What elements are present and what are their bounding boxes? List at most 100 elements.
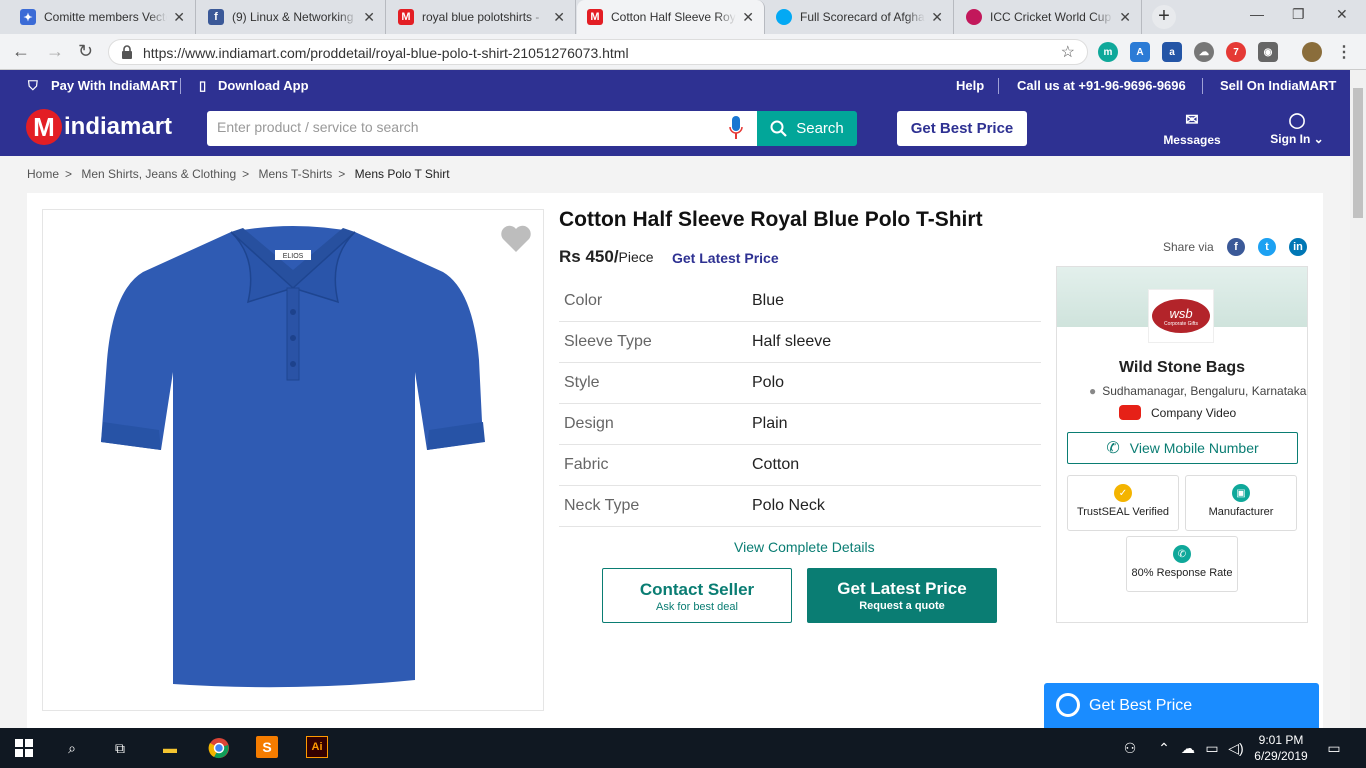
pay-with-link[interactable]: Pay With IndiaMART	[51, 78, 177, 93]
breadcrumb-item[interactable]: Mens T-Shirts	[258, 167, 332, 181]
close-icon[interactable]: ✕	[742, 9, 754, 26]
chevron-right-icon: >	[242, 167, 250, 181]
help-link[interactable]: Help	[956, 78, 984, 93]
onedrive-icon[interactable]: ☁	[1176, 736, 1200, 760]
volume-icon[interactable]: ◁)	[1224, 736, 1248, 760]
minimize-icon[interactable]: —	[1250, 6, 1264, 22]
breadcrumb-current: Mens Polo T Shirt	[354, 167, 450, 181]
share-label: Share via	[1163, 240, 1214, 254]
taskbar-clock[interactable]: 9:01 PM 6/29/2019	[1250, 732, 1312, 764]
lock-icon	[122, 45, 132, 59]
sublime-text-icon[interactable]: S	[256, 736, 278, 758]
microphone-icon[interactable]	[729, 116, 743, 140]
view-mobile-number-button[interactable]: ✆ View Mobile Number	[1067, 432, 1298, 464]
linkedin-share-icon[interactable]: in	[1289, 238, 1307, 256]
back-icon[interactable]: ←	[12, 41, 30, 62]
close-icon[interactable]: ✕	[931, 9, 943, 26]
search-input[interactable]	[217, 119, 707, 135]
sign-in-button[interactable]: ◯ Sign In ⌄	[1264, 112, 1330, 146]
extension-camera-icon[interactable]: ◉	[1258, 42, 1278, 62]
chevron-down-icon: ⌄	[1313, 132, 1324, 146]
spec-row: Fabric Cotton	[559, 445, 1041, 486]
download-app-link[interactable]: Download App	[218, 78, 309, 93]
close-icon[interactable]: ✕	[173, 9, 185, 26]
browser-tab[interactable]: ✦ Comitte members Vector ✕	[10, 0, 196, 34]
get-best-price-button[interactable]: Get Best Price	[897, 111, 1027, 146]
floating-get-best-price-button[interactable]: Get Best Price	[1044, 683, 1319, 728]
windows-taskbar: ⌕ ⧉ ▬ S Ai ⚇ ⌃ ☁ ▭ ◁) 9:01 PM 6/29/2019 …	[0, 728, 1366, 768]
file-explorer-icon[interactable]: ▬	[158, 736, 182, 760]
task-view-icon[interactable]: ⧉	[108, 736, 132, 760]
search-icon[interactable]: ⌕	[60, 736, 84, 760]
chrome-icon[interactable]	[207, 736, 231, 760]
chevron-right-icon: >	[65, 167, 73, 181]
sell-link[interactable]: Sell On IndiaMART	[1220, 78, 1336, 93]
close-icon[interactable]: ✕	[363, 9, 375, 26]
bookmark-star-icon[interactable]: ☆	[1061, 42, 1075, 62]
new-tab-button[interactable]: +	[1152, 5, 1176, 29]
view-complete-details-link[interactable]: View Complete Details	[734, 539, 875, 555]
product-price: Rs 450/Piece	[559, 247, 654, 266]
user-icon: ◯	[1288, 112, 1306, 129]
reload-icon[interactable]: ↻	[78, 41, 93, 62]
restore-icon[interactable]: ❐	[1292, 6, 1305, 23]
messages-button[interactable]: ✉ Messages	[1162, 112, 1222, 147]
seller-name[interactable]: Wild Stone Bags	[1057, 359, 1307, 377]
browser-tab[interactable]: ICC Cricket World Cup 2 ✕	[956, 0, 1142, 34]
extension-m-icon[interactable]: m	[1098, 42, 1118, 62]
extension-amazon-icon[interactable]: a	[1162, 42, 1182, 62]
spec-row: Style Polo	[559, 363, 1041, 404]
indiamart-logo[interactable]: M indiamart	[26, 109, 172, 145]
close-icon[interactable]: ✕	[1119, 9, 1131, 26]
url-field[interactable]: https://www.indiamart.com/proddetail/roy…	[108, 39, 1088, 65]
chevron-right-icon: >	[338, 167, 346, 181]
scrollbar-thumb[interactable]	[1353, 88, 1363, 218]
windows-start-icon[interactable]	[12, 736, 36, 760]
response-rate-badge: ✆ 80% Response Rate	[1126, 536, 1238, 592]
company-video-link[interactable]: Company Video	[1151, 406, 1236, 420]
illustrator-icon[interactable]: Ai	[306, 736, 328, 758]
browser-tab-bar: ✦ Comitte members Vector ✕ f (9) Linux & …	[0, 0, 1366, 34]
vertical-scrollbar[interactable]	[1350, 70, 1366, 728]
call-us-link[interactable]: Call us at +91-96-9696-9696	[1017, 78, 1186, 93]
svg-text:ELIOS: ELIOS	[283, 253, 304, 260]
spec-row: Sleeve Type Half sleeve	[559, 322, 1041, 363]
indiamart-icon: M	[587, 9, 603, 25]
extension-cloud-icon[interactable]: ☁	[1194, 42, 1214, 62]
phone-icon: ▯	[199, 78, 207, 93]
breadcrumb-item[interactable]: Men Shirts, Jeans & Clothing	[81, 167, 236, 181]
browser-tab[interactable]: f (9) Linux & Networking ✕	[198, 0, 386, 34]
search-box	[207, 111, 757, 146]
browser-tab[interactable]: Full Scorecard of Afghan ✕	[766, 0, 954, 34]
avatar[interactable]	[1302, 42, 1322, 62]
phone-response-icon: ✆	[1173, 545, 1191, 563]
twitter-share-icon[interactable]: t	[1258, 238, 1276, 256]
product-image[interactable]: ELIOS	[42, 209, 544, 711]
spec-row: Design Plain	[559, 404, 1041, 445]
seller-logo[interactable]: wsb Corporate Gifts	[1148, 289, 1214, 343]
close-icon[interactable]: ✕	[553, 9, 565, 26]
get-latest-price-button[interactable]: Get Latest Price Request a quote	[807, 568, 997, 623]
address-bar-row: ← → ↻ https://www.indiamart.com/proddeta…	[0, 34, 1366, 70]
battery-icon[interactable]: ▭	[1200, 736, 1224, 760]
people-icon[interactable]: ⚇	[1118, 736, 1142, 760]
menu-dots-icon[interactable]: ⋮	[1334, 42, 1354, 62]
breadcrumb-item[interactable]: Home	[27, 167, 59, 181]
get-latest-price-link[interactable]: Get Latest Price	[672, 250, 779, 266]
action-center-icon[interactable]: ▭	[1322, 736, 1346, 760]
contact-seller-button[interactable]: Contact Seller Ask for best deal	[602, 568, 792, 623]
chat-ring-icon	[1056, 693, 1080, 717]
close-window-icon[interactable]: ✕	[1336, 6, 1348, 23]
divider	[180, 78, 181, 94]
extension-notification-icon[interactable]: 7	[1226, 42, 1246, 62]
browser-tab-active[interactable]: M Cotton Half Sleeve Royal ✕	[577, 0, 765, 34]
chevron-up-icon[interactable]: ⌃	[1152, 736, 1176, 760]
trustseal-icon: ✓	[1114, 484, 1132, 502]
trustseal-badge: ✓ TrustSEAL Verified	[1067, 475, 1179, 531]
extension-translate-icon[interactable]: A	[1130, 42, 1150, 62]
browser-tab[interactable]: M royal blue polotshirts - ✕	[388, 0, 576, 34]
forward-icon[interactable]: →	[46, 41, 64, 62]
search-button[interactable]: Search	[757, 111, 857, 146]
facebook-share-icon[interactable]: f	[1227, 238, 1245, 256]
heart-icon[interactable]	[500, 225, 532, 253]
